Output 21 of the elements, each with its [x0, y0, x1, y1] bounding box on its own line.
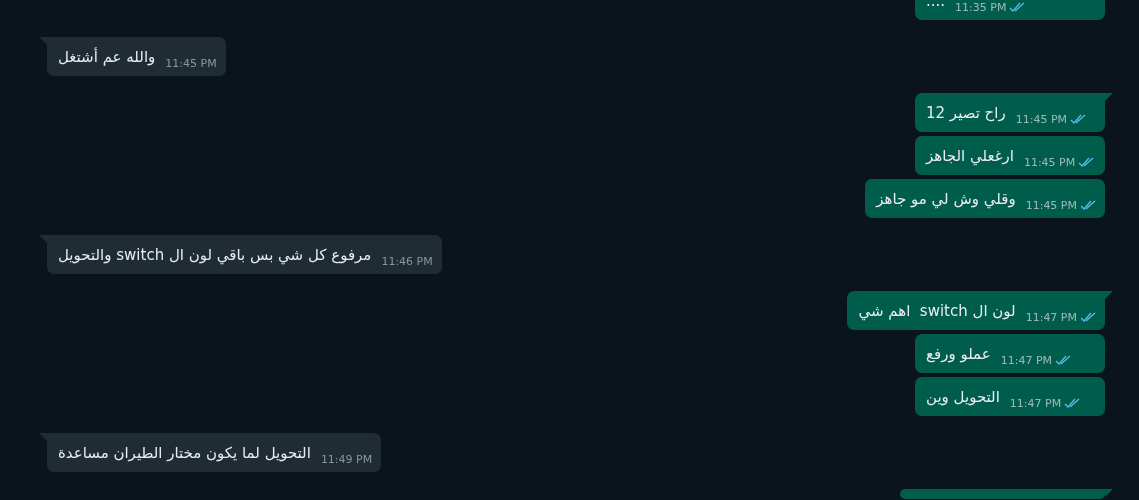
message-time: 11:47 PM: [1025, 311, 1077, 324]
message-text: ارغعلي الجاهز: [926, 146, 1014, 166]
message-time: 11:49 PM: [320, 453, 373, 466]
message-time: 11:47 PM: [1009, 397, 1062, 410]
message-time: 11:45 PM: [1025, 199, 1077, 212]
message-text: ....: [926, 0, 946, 11]
message-text: مرفوع كل شي بس باقي لون ال switch والتحويل: [58, 245, 372, 265]
message-time: 11:45 PM: [1023, 156, 1076, 169]
bubble-tail: [1105, 489, 1113, 497]
message-text: التحويل وين: [926, 387, 1000, 407]
message-time: 11:46 PM: [381, 255, 433, 268]
message-text: عملو ورفع: [926, 344, 991, 364]
message-text: وقلي وش لي مو جاهز: [876, 189, 1016, 209]
message-time: 11:45 PM: [165, 57, 217, 70]
message-text: التحويل لما يكون مختار الطيران مساعدة: [58, 443, 311, 463]
message-text: لون ال switch اهم شي: [858, 301, 1016, 321]
message-time: 11:47 PM: [1000, 354, 1053, 367]
message-text: راح تصير 12: [926, 103, 1006, 123]
message-time: 11:35 PM: [955, 1, 1007, 14]
message-time: 11:45 PM: [1015, 113, 1068, 126]
message-text: والله عم أشتغل: [58, 47, 156, 67]
